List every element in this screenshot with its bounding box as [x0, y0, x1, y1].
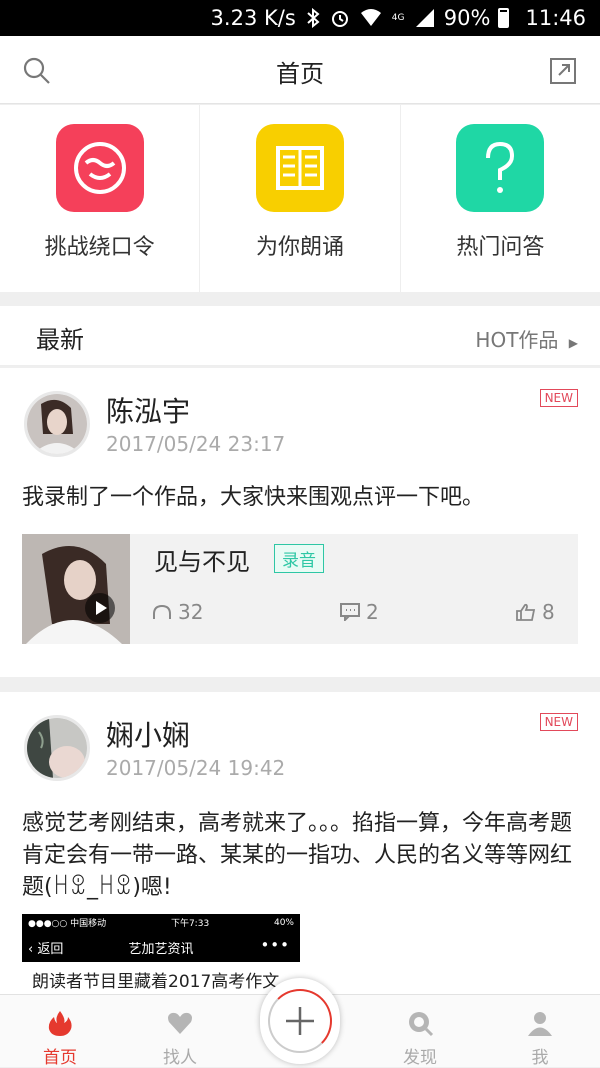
play-icon[interactable]: [85, 593, 115, 623]
quick-action-qa[interactable]: 热门问答: [401, 105, 600, 292]
share-icon[interactable]: [548, 56, 578, 86]
quick-action-tongue-twister[interactable]: 挑战绕口令: [0, 105, 201, 292]
hot-works-label: HOT作品: [475, 328, 559, 352]
like-count[interactable]: 8: [516, 600, 555, 624]
flame-icon: [48, 1011, 72, 1036]
tab-me[interactable]: 我: [505, 1009, 575, 1068]
quick-action-label: 为你朗诵: [255, 235, 344, 260]
tongue-twister-icon: [55, 124, 144, 212]
tab-find-people[interactable]: 找人: [145, 1009, 215, 1068]
new-badge: NEW: [539, 713, 578, 731]
question-icon: [456, 124, 545, 212]
screenshot-carrier: ●●●○○ 中国移动: [28, 919, 107, 929]
screenshot-time: 下午7:33: [170, 919, 210, 929]
wifi-icon: [360, 9, 382, 27]
network-speed: 3.23 K/s: [210, 6, 296, 30]
signal-icon: [415, 9, 434, 27]
status-bar: 3.23 K/s 4G 90% 11:46: [0, 0, 600, 36]
work-title: 见与不见: [154, 548, 250, 576]
caret-right-icon: ▶: [568, 336, 578, 350]
screenshot-more: •••: [260, 936, 290, 954]
post-text: 我录制了一个作品，大家快来围观点评一下吧。: [22, 485, 485, 510]
screenshot-nav-bar: ‹ 返回 艺加艺资讯 •••: [22, 931, 300, 962]
listen-count-value: 32: [178, 600, 204, 624]
work-card[interactable]: 见与不见 录音 32 2 8: [22, 534, 578, 644]
alarm-icon: [330, 8, 350, 28]
tab-discover[interactable]: 发现: [385, 1009, 455, 1068]
username[interactable]: 娴小娴: [106, 714, 190, 754]
new-badge: NEW: [539, 389, 578, 407]
clock: 11:46: [525, 6, 586, 30]
network-type: 4G: [391, 12, 405, 23]
book-icon: [255, 124, 344, 212]
latest-title: 最新: [36, 326, 84, 354]
latest-section-header: 最新 HOT作品 ▶: [0, 306, 600, 366]
add-button[interactable]: [260, 978, 340, 1064]
tab-home[interactable]: 首页: [25, 1009, 95, 1068]
work-thumbnail[interactable]: [22, 534, 130, 644]
post-image[interactable]: ●●●○○ 中国移动 下午7:33 40% ‹ 返回 艺加艺资讯 •••: [22, 914, 300, 962]
post-card[interactable]: 陈泓宇 2017/05/24 23:17 NEW 我录制了一个作品，大家快来围观…: [0, 368, 600, 677]
page-title: 首页: [276, 60, 324, 88]
tab-label: 找人: [163, 1048, 197, 1068]
plus-icon: [286, 1007, 314, 1035]
quick-action-recitation[interactable]: 为你朗诵: [200, 105, 401, 292]
tab-label: 我: [531, 1048, 549, 1068]
avatar[interactable]: [24, 715, 90, 781]
screenshot-status-bar: ●●●○○ 中国移动 下午7:33 40%: [22, 914, 300, 931]
headphones-icon: [153, 604, 171, 619]
nav-bar: 首页: [0, 36, 600, 104]
post-text: 感觉艺考刚结束，高考就来了。。。掐指一算，今年高考题肯定会有一带一路、某某的一指…: [22, 811, 573, 900]
bluetooth-icon: [306, 8, 320, 28]
post-time: 2017/05/24 23:17: [106, 432, 286, 456]
quick-action-label: 挑战绕口令: [44, 235, 155, 260]
thumbs-up-icon: [516, 603, 536, 621]
post-time: 2017/05/24 19:42: [106, 756, 286, 780]
quick-action-label: 热门问答: [456, 235, 545, 260]
username[interactable]: 陈泓宇: [106, 390, 190, 430]
screenshot-battery: 40%: [273, 917, 294, 928]
discover-icon: [409, 1012, 434, 1037]
battery-icon: [498, 8, 510, 28]
tab-label: 首页: [43, 1048, 77, 1068]
user-icon: [528, 1012, 552, 1036]
comment-count-value: 2: [366, 600, 379, 624]
work-tag: 录音: [274, 544, 324, 573]
screenshot-title: 艺加艺资讯: [128, 942, 194, 957]
hot-works-link[interactable]: HOT作品 ▶: [475, 324, 578, 353]
quick-actions: 挑战绕口令 为你朗诵 热门问答: [0, 105, 600, 292]
avatar[interactable]: [24, 391, 90, 457]
battery-percent: 90%: [443, 6, 491, 30]
tab-label: 发现: [403, 1048, 437, 1068]
comment-icon: [340, 603, 360, 621]
comment-count[interactable]: 2: [340, 600, 379, 624]
post-image-caption: 朗读者节目里藏着2017高考作文: [32, 972, 280, 992]
like-count-value: 8: [542, 600, 555, 624]
heart-icon: [168, 1012, 192, 1034]
listen-count: 32: [152, 600, 203, 624]
